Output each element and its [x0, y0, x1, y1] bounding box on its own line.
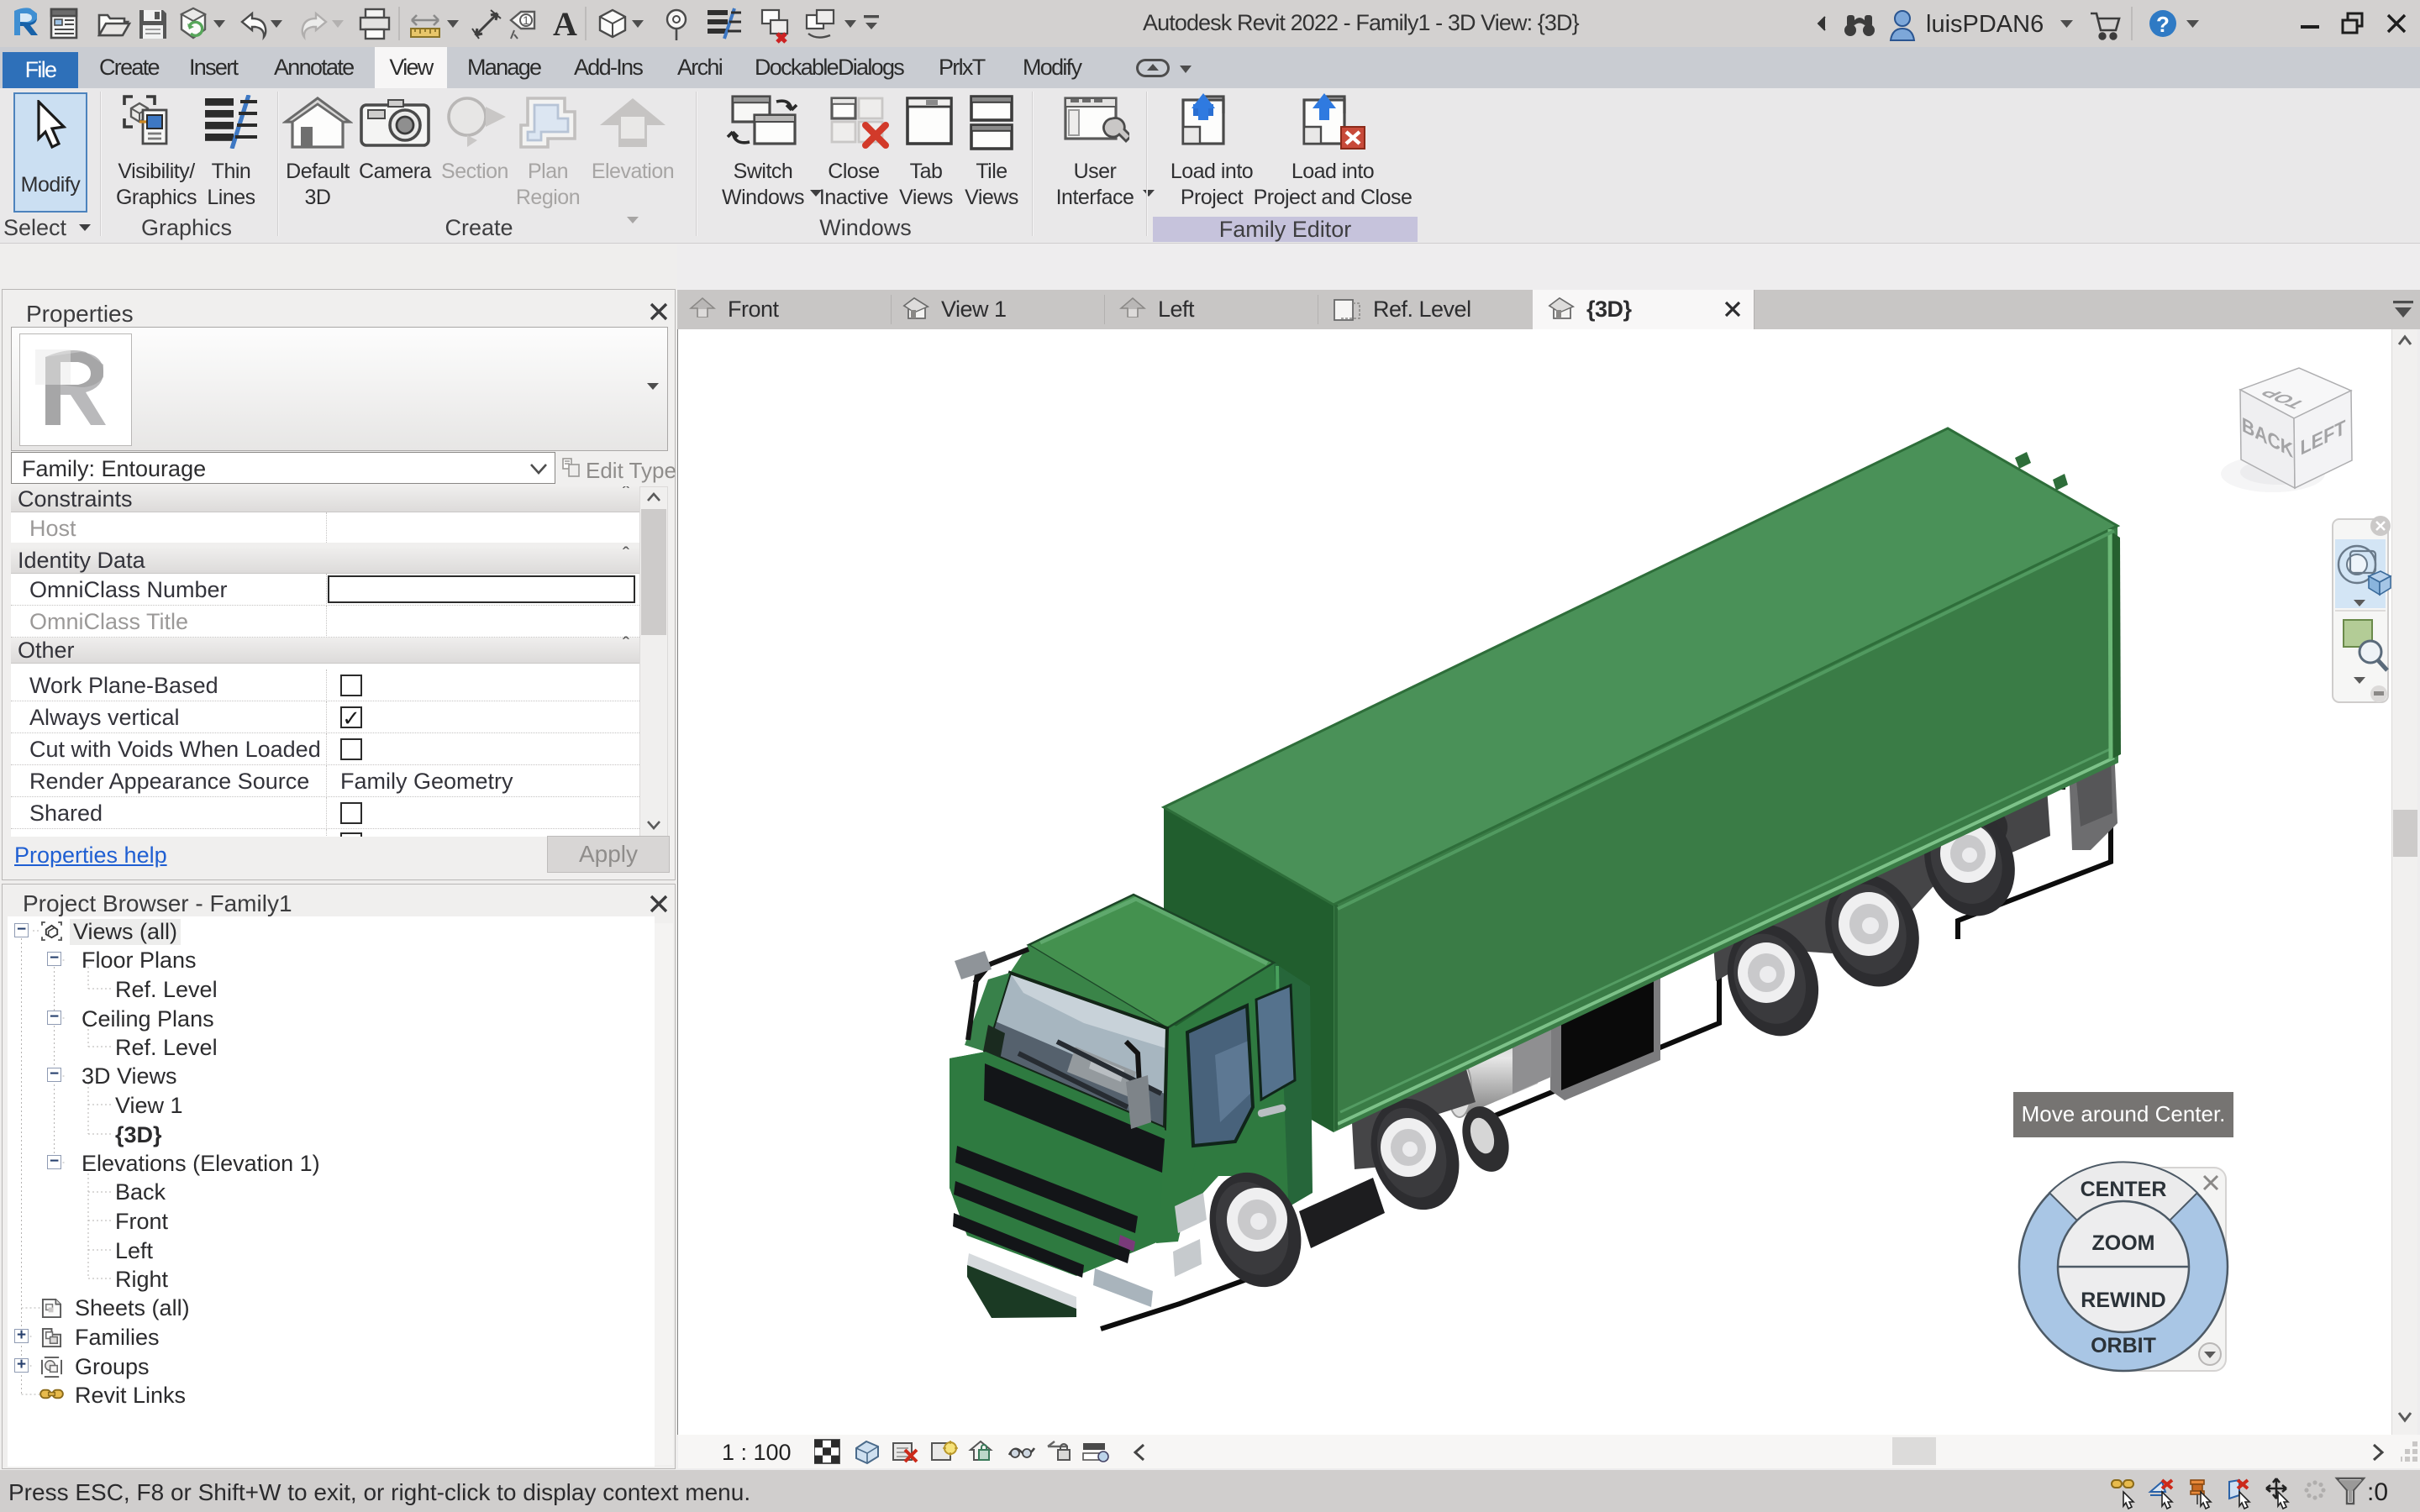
svg-text:ORBIT: ORBIT	[2091, 1334, 2156, 1357]
svg-text:luisPDAN6: luisPDAN6	[1926, 11, 2044, 38]
svg-text:1: 1	[523, 13, 529, 27]
svg-text::0: :0	[2367, 1478, 2388, 1506]
svg-text:CENTER: CENTER	[2081, 1178, 2167, 1201]
svg-text:REWIND: REWIND	[2081, 1289, 2165, 1312]
svg-text:ZOOM: ZOOM	[2092, 1231, 2155, 1255]
svg-text:A: A	[553, 5, 577, 43]
svg-text:?: ?	[2156, 12, 2170, 37]
